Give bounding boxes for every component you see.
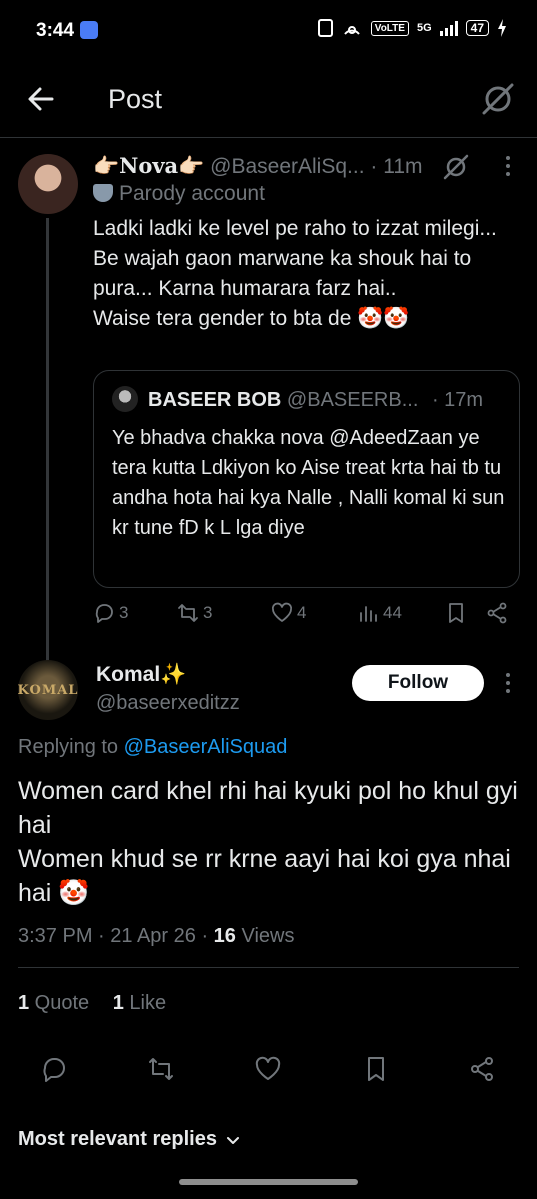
post-text: Women card khel rhi hai kyuki pol ho khu… — [18, 777, 518, 907]
bookmark-button[interactable] — [445, 602, 467, 624]
like-button[interactable]: 4 — [271, 602, 306, 624]
avatar[interactable] — [18, 154, 78, 214]
mask-icon — [93, 184, 113, 202]
status-bar: 3:44 VoLTE 5G 47 — [0, 0, 537, 62]
bookmark-icon[interactable] — [362, 1055, 390, 1083]
more-options-icon[interactable] — [498, 671, 518, 695]
post-header: 👉🏻Nova👉🏻 @BaseerAliSq... · 11m — [93, 153, 423, 179]
hotspot-icon — [343, 26, 360, 35]
engagement-stats: 1 Quote 1 Like — [18, 992, 166, 1015]
avatar[interactable]: KOMAL — [18, 660, 78, 720]
author-name[interactable]: Komal✨ — [96, 663, 186, 687]
nfc-icon — [317, 19, 333, 37]
share-button[interactable] — [486, 602, 508, 624]
shield-icon — [80, 21, 98, 39]
home-indicator[interactable] — [179, 1179, 358, 1185]
likes-count: 1 — [112, 992, 124, 1014]
follow-button[interactable]: Follow — [352, 665, 484, 701]
grok-icon[interactable] — [443, 154, 469, 180]
repost-count: 3 — [203, 603, 213, 622]
chevron-down-icon — [226, 1136, 239, 1144]
views-label: Views — [235, 925, 295, 947]
post-text: Ladki ladki ke level pe raho to izzat mi… — [93, 217, 497, 330]
reply-icon — [95, 604, 113, 623]
replying-to-link[interactable]: @BaseerAliSquad — [124, 736, 288, 758]
quoted-text: Ye bhadva chakka nova @AdeedZaan ye tera… — [112, 427, 505, 539]
quoted-post[interactable]: BASEER BOB @BASEERB... · 17m Ye bhadva c… — [93, 370, 520, 588]
likes-label: Like — [123, 992, 167, 1014]
quoted-time: · 17m — [431, 389, 484, 411]
charging-icon — [498, 19, 506, 37]
avatar-text: KOMAL — [17, 682, 79, 698]
quotes-label: Quote — [29, 992, 90, 1014]
quoted-header: BASEER BOB @BASEERB... · 17m — [148, 389, 483, 412]
share-icon[interactable] — [468, 1055, 496, 1083]
page-title: Post — [108, 84, 163, 114]
grok-icon[interactable] — [481, 82, 515, 116]
reply-button[interactable]: 3 — [93, 602, 128, 624]
repost-icon[interactable] — [147, 1055, 175, 1083]
author-handle[interactable]: @BaseerAliSq... — [210, 155, 364, 178]
views-count: 44 — [383, 603, 402, 622]
quoted-author-handle: @BASEERB... — [286, 389, 419, 411]
post-meta: 3:37 PM · 21 Apr 26 · 16 Views — [18, 925, 294, 948]
sort-replies-button[interactable]: Most relevant replies — [18, 1128, 241, 1151]
post-actions: 3 3 4 44 — [93, 602, 518, 630]
status-icons: VoLTE 5G 47 — [317, 19, 507, 37]
share-icon — [487, 602, 507, 624]
parody-label: Parody account — [93, 182, 265, 206]
views-button[interactable]: 44 — [357, 602, 402, 624]
repost-button[interactable]: 3 — [177, 602, 212, 624]
views-count: 16 — [213, 925, 236, 947]
more-options-icon[interactable] — [498, 154, 518, 178]
sort-label: Most relevant replies — [18, 1128, 217, 1150]
heart-icon — [271, 602, 293, 622]
quotes-stat[interactable]: 1 Quote — [18, 992, 89, 1014]
volte-badge: VoLTE — [370, 20, 409, 36]
views-icon — [360, 606, 377, 622]
battery-icon: 47 — [465, 20, 489, 36]
network-type: 5G — [416, 22, 432, 34]
back-arrow-icon[interactable] — [26, 84, 56, 114]
quoted-avatar — [112, 386, 138, 412]
heart-icon[interactable] — [254, 1055, 282, 1083]
parody-text: Parody account — [119, 182, 265, 205]
replying-to: Replying to @BaseerAliSquad — [18, 736, 287, 759]
battery-level: 47 — [470, 21, 484, 35]
reply-count: 3 — [119, 603, 129, 622]
signal-icon — [439, 20, 458, 36]
like-count: 4 — [297, 603, 307, 622]
reply-icon[interactable] — [40, 1055, 68, 1083]
status-time: 3:44 — [36, 20, 75, 41]
author-handle[interactable]: @baseerxeditzz — [96, 692, 240, 715]
post-actions — [0, 1055, 537, 1087]
bookmark-icon — [449, 603, 463, 623]
quoted-author-name: BASEER BOB — [148, 389, 282, 411]
post-time: · 11m — [370, 155, 423, 178]
quotes-count: 1 — [18, 992, 30, 1014]
repost-icon — [178, 604, 198, 622]
likes-stat[interactable]: 1 Like — [113, 992, 166, 1014]
divider — [18, 967, 519, 968]
author-name[interactable]: 👉🏻Nova👉🏻 — [93, 153, 204, 178]
replying-prefix: Replying to — [18, 736, 124, 758]
thread-line — [46, 218, 49, 663]
post-timestamp: 3:37 PM · 21 Apr 26 · — [18, 925, 214, 947]
top-bar: Post — [0, 62, 537, 138]
